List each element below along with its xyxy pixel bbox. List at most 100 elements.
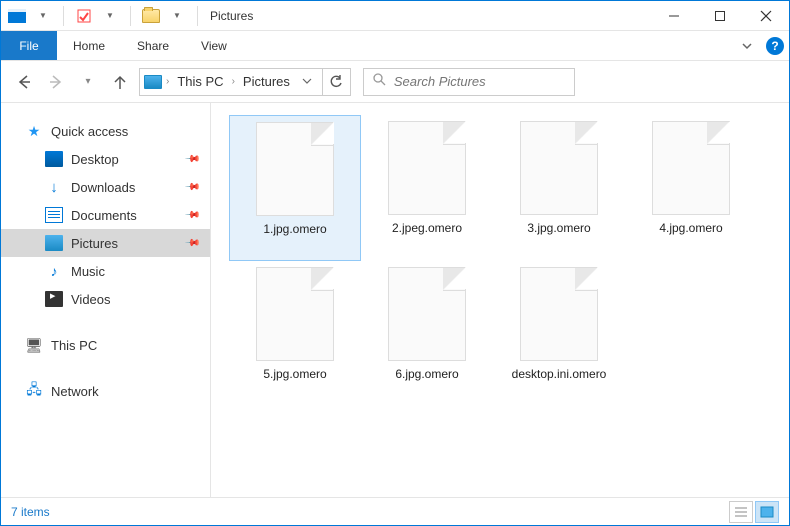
sidebar-item-label: Music xyxy=(71,264,105,279)
sidebar-item-documents[interactable]: Documents 📌 xyxy=(1,201,210,229)
pin-icon: 📌 xyxy=(183,179,200,196)
help-icon: ? xyxy=(766,37,784,55)
sidebar-item-quick-access[interactable]: ★ Quick access xyxy=(1,117,210,145)
recent-locations-icon[interactable]: ▾ xyxy=(75,69,101,95)
file-label: 2.jpeg.omero xyxy=(388,221,466,237)
file-label: 6.jpg.omero xyxy=(391,367,462,383)
music-icon: ♪ xyxy=(45,263,63,279)
sidebar-item-network[interactable]: 🖧 Network xyxy=(1,377,210,405)
folder-icon xyxy=(139,4,163,28)
desktop-icon xyxy=(45,151,63,167)
pin-icon: 📌 xyxy=(183,235,200,252)
tab-share[interactable]: Share xyxy=(121,31,185,60)
documents-icon xyxy=(45,207,63,223)
file-icon xyxy=(520,121,598,215)
divider xyxy=(197,6,198,26)
file-label: 5.jpg.omero xyxy=(259,367,330,383)
file-tab[interactable]: File xyxy=(1,31,57,60)
search-icon xyxy=(372,72,386,91)
file-label: 4.jpg.omero xyxy=(655,221,726,237)
address-dropdown-icon[interactable] xyxy=(296,73,318,91)
details-view-button[interactable] xyxy=(729,501,753,523)
qat-chevron-down-icon-3[interactable]: ▼ xyxy=(165,4,189,28)
maximize-button[interactable] xyxy=(697,1,743,31)
sidebar-item-label: Pictures xyxy=(71,236,118,251)
sidebar-item-label: Quick access xyxy=(51,124,128,139)
file-item[interactable]: 6.jpg.omero xyxy=(361,261,493,407)
explorer-icon[interactable] xyxy=(5,4,29,28)
search-input[interactable] xyxy=(394,74,572,89)
file-icon xyxy=(388,267,466,361)
refresh-button[interactable] xyxy=(323,68,351,96)
navigation-bar: ▾ › This PC › Pictures xyxy=(1,61,789,103)
quick-access-toolbar: ▼ ▼ ▼ xyxy=(1,4,204,28)
pictures-icon xyxy=(45,235,63,251)
file-icon xyxy=(652,121,730,215)
tab-home[interactable]: Home xyxy=(57,31,121,60)
expand-ribbon-icon[interactable] xyxy=(733,31,761,60)
breadcrumb-part-thispc[interactable]: This PC xyxy=(173,74,227,89)
sidebar-item-music[interactable]: ♪ Music xyxy=(1,257,210,285)
sidebar-item-label: This PC xyxy=(51,338,97,353)
divider xyxy=(63,6,64,26)
file-item[interactable]: 3.jpg.omero xyxy=(493,115,625,261)
pc-icon: 🖥 xyxy=(25,337,43,353)
file-icon xyxy=(256,267,334,361)
large-icons-view-button[interactable] xyxy=(755,501,779,523)
back-button[interactable] xyxy=(11,69,37,95)
minimize-button[interactable] xyxy=(651,1,697,31)
file-label: 3.jpg.omero xyxy=(523,221,594,237)
sidebar-item-label: Downloads xyxy=(71,180,135,195)
pin-icon: 📌 xyxy=(183,207,200,224)
content-pane[interactable]: 1.jpg.omero 2.jpeg.omero 3.jpg.omero 4.jpg.… xyxy=(211,103,789,499)
help-button[interactable]: ? xyxy=(761,31,789,60)
videos-icon xyxy=(45,291,63,307)
pictures-icon xyxy=(144,74,162,90)
file-item[interactable]: 2.jpeg.omero xyxy=(361,115,493,261)
ribbon: File Home Share View ? xyxy=(1,31,789,61)
sidebar-item-videos[interactable]: Videos xyxy=(1,285,210,313)
sidebar-item-label: Network xyxy=(51,384,99,399)
forward-button[interactable] xyxy=(43,69,69,95)
sidebar-item-label: Documents xyxy=(71,208,137,223)
sidebar-item-pictures[interactable]: Pictures 📌 xyxy=(1,229,210,257)
file-icon xyxy=(388,121,466,215)
titlebar: ▼ ▼ ▼ Pictures xyxy=(1,1,789,31)
breadcrumb-part-pictures[interactable]: Pictures xyxy=(239,74,294,89)
window-title: Pictures xyxy=(210,9,253,23)
item-count: 7 items xyxy=(11,505,50,519)
chevron-right-icon[interactable]: › xyxy=(164,76,171,87)
sidebar-item-desktop[interactable]: Desktop 📌 xyxy=(1,145,210,173)
address-bar[interactable]: › This PC › Pictures xyxy=(139,68,323,96)
window-controls xyxy=(651,1,789,31)
sidebar[interactable]: ★ Quick access Desktop 📌 ↓ Downloads 📌 D… xyxy=(1,103,211,499)
chevron-right-icon[interactable]: › xyxy=(230,76,237,87)
statusbar: 7 items xyxy=(1,497,789,525)
file-label: desktop.ini.omero xyxy=(508,367,611,383)
sidebar-item-downloads[interactable]: ↓ Downloads 📌 xyxy=(1,173,210,201)
up-button[interactable] xyxy=(107,69,133,95)
file-label: 1.jpg.omero xyxy=(259,222,330,238)
network-icon: 🖧 xyxy=(25,383,43,399)
sidebar-item-label: Desktop xyxy=(71,152,119,167)
downloads-icon: ↓ xyxy=(45,179,63,195)
file-grid: 1.jpg.omero 2.jpeg.omero 3.jpg.omero 4.jpg.… xyxy=(229,115,781,407)
close-button[interactable] xyxy=(743,1,789,31)
qat-chevron-down-icon-2[interactable]: ▼ xyxy=(98,4,122,28)
file-icon xyxy=(520,267,598,361)
file-item[interactable]: desktop.ini.omero xyxy=(493,261,625,407)
properties-icon[interactable] xyxy=(72,4,96,28)
file-icon xyxy=(256,122,334,216)
main-area: ★ Quick access Desktop 📌 ↓ Downloads 📌 D… xyxy=(1,103,789,499)
qat-chevron-down-icon[interactable]: ▼ xyxy=(31,4,55,28)
search-box[interactable] xyxy=(363,68,575,96)
sidebar-item-label: Videos xyxy=(71,292,111,307)
star-icon: ★ xyxy=(25,123,43,139)
file-item[interactable]: 4.jpg.omero xyxy=(625,115,757,261)
divider xyxy=(130,6,131,26)
sidebar-item-this-pc[interactable]: 🖥 This PC xyxy=(1,331,210,359)
pin-icon: 📌 xyxy=(183,151,200,168)
file-item[interactable]: 1.jpg.omero xyxy=(229,115,361,261)
file-item[interactable]: 5.jpg.omero xyxy=(229,261,361,407)
tab-view[interactable]: View xyxy=(185,31,243,60)
